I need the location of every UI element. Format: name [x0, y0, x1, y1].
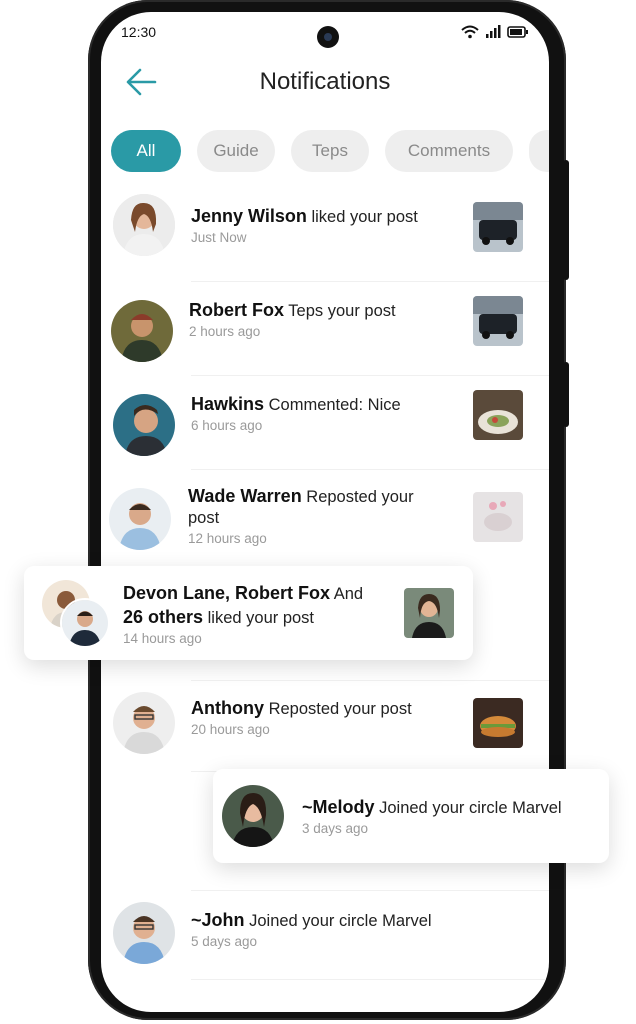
page-title: Notifications	[259, 68, 391, 95]
notification-text: ~Melody Joined your circle Marvel 3 days…	[302, 797, 602, 836]
row-divider	[191, 890, 549, 891]
user-name: Wade Warren	[188, 486, 302, 506]
user-name: Devon Lane, Robert Fox	[123, 583, 331, 603]
post-thumbnail[interactable]	[473, 390, 523, 440]
notification-time: 6 hours ago	[191, 418, 263, 433]
status-time: 12:30	[121, 24, 157, 40]
post-thumbnail[interactable]	[473, 492, 523, 542]
avatar	[60, 598, 110, 648]
notification-text: Devon Lane, Robert Fox And 26 others lik…	[123, 583, 393, 646]
notification-action: Joined your circle Marvel	[374, 799, 562, 817]
notification-time: 14 hours ago	[123, 631, 202, 646]
notification-action: liked your post	[203, 609, 315, 627]
notification-row[interactable]: Robert Fox Teps your post 2 hours ago	[101, 284, 549, 376]
avatar	[113, 692, 175, 754]
notification-time: 5 days ago	[191, 934, 258, 949]
side-button	[563, 160, 569, 280]
notification-time: 2 hours ago	[189, 324, 261, 339]
others-count: 26 others	[123, 607, 204, 627]
avatar	[111, 300, 173, 362]
app-header: Notifications	[101, 62, 549, 102]
tab-teps[interactable]: Teps	[291, 130, 369, 172]
notification-action: And	[330, 585, 364, 603]
notification-action: Teps your post	[284, 302, 396, 320]
user-name: ~John	[191, 910, 245, 930]
post-thumbnail[interactable]	[404, 588, 454, 638]
row-divider	[191, 375, 549, 376]
front-camera	[317, 26, 339, 48]
status-icons	[461, 25, 529, 39]
tab-all[interactable]: All	[111, 130, 181, 172]
tab-guide[interactable]: Guide	[197, 130, 275, 172]
notification-row[interactable]: Anthony Reposted your post 20 hours ago	[101, 680, 549, 772]
user-name: ~Melody	[302, 797, 375, 817]
notification-row[interactable]: ~John Joined your circle Marvel 5 days a…	[101, 890, 549, 980]
notification-time: Just Now	[191, 230, 247, 245]
notification-time: 20 hours ago	[191, 722, 270, 737]
notification-action: Joined your circle Marvel	[244, 912, 432, 930]
row-divider	[191, 680, 549, 681]
avatar	[222, 785, 284, 847]
notification-row[interactable]: Wade Warren Reposted your post 12 hours …	[101, 472, 549, 572]
avatar	[113, 194, 175, 256]
notification-text: Jenny Wilson liked your post Just Now	[191, 206, 471, 245]
side-button	[563, 362, 569, 427]
notification-action: liked your post	[306, 208, 418, 226]
user-name: Jenny Wilson	[191, 206, 307, 226]
notification-text: Robert Fox Teps your post 2 hours ago	[189, 300, 469, 339]
user-name: Hawkins	[191, 394, 265, 414]
avatar	[109, 488, 171, 550]
post-thumbnail[interactable]	[473, 698, 523, 748]
tab-comments[interactable]: Comments	[385, 130, 513, 172]
post-thumbnail[interactable]	[473, 296, 523, 346]
notification-time: 3 days ago	[302, 821, 369, 836]
row-divider	[191, 469, 549, 470]
notification-text: Hawkins Commented: Nice 6 hours ago	[191, 394, 471, 433]
notification-time: 12 hours ago	[188, 531, 267, 546]
avatar	[113, 394, 175, 456]
row-divider	[191, 979, 549, 980]
user-name: Robert Fox	[189, 300, 285, 320]
notification-text: Wade Warren Reposted your post 12 hours …	[188, 486, 438, 546]
highlighted-notification-card[interactable]: Devon Lane, Robert Fox And 26 others lik…	[24, 566, 473, 660]
notification-action: Reposted your post	[263, 700, 412, 718]
wifi-icon	[461, 25, 479, 39]
user-name: Anthony	[191, 698, 264, 718]
status-bar: 12:30	[101, 12, 549, 52]
notification-row[interactable]: Hawkins Commented: Nice 6 hours ago	[101, 378, 549, 470]
filter-tabs: All Guide Teps Comments	[111, 130, 549, 172]
notification-text: Anthony Reposted your post 20 hours ago	[191, 698, 471, 737]
notification-action: Commented: Nice	[264, 396, 401, 414]
row-divider	[191, 281, 549, 282]
signal-icon	[486, 25, 501, 38]
battery-icon	[507, 26, 528, 38]
highlighted-notification-card[interactable]: ~Melody Joined your circle Marvel 3 days…	[213, 769, 609, 863]
tab-more[interactable]	[529, 130, 549, 172]
notification-row[interactable]: Jenny Wilson liked your post Just Now	[101, 190, 549, 282]
post-thumbnail[interactable]	[473, 202, 523, 252]
notification-text: ~John Joined your circle Marvel 5 days a…	[191, 910, 491, 949]
avatar	[113, 902, 175, 964]
